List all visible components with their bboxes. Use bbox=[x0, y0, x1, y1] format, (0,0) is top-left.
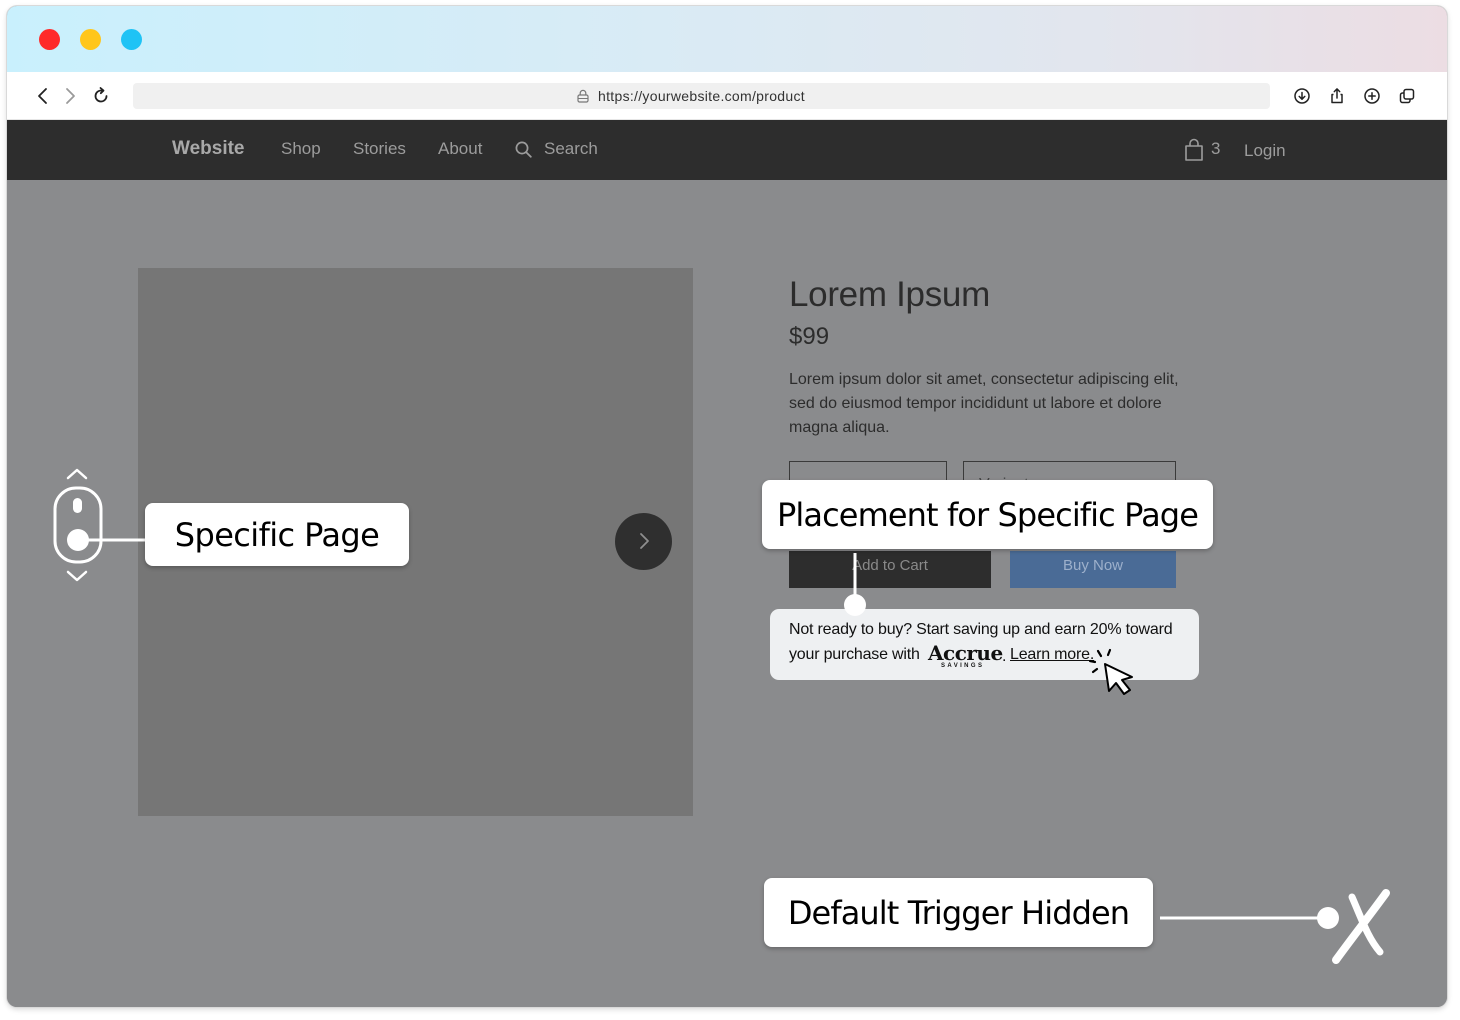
cursor-click-icon bbox=[1088, 648, 1133, 695]
specific-page-callout: Specific Page bbox=[145, 503, 409, 566]
specific-page-connector bbox=[67, 529, 152, 551]
scroll-mouse-icon bbox=[53, 468, 103, 582]
default-trigger-callout-text: Default Trigger Hidden bbox=[787, 894, 1130, 932]
specific-page-callout-text: Specific Page bbox=[174, 516, 380, 554]
placement-callout-text: Placement for Specific Page bbox=[777, 496, 1199, 534]
default-trigger-connector bbox=[1160, 907, 1339, 929]
hidden-x-icon bbox=[1332, 889, 1390, 964]
placement-connector bbox=[844, 553, 866, 616]
placement-callout: Placement for Specific Page bbox=[762, 480, 1213, 549]
default-trigger-callout: Default Trigger Hidden bbox=[764, 878, 1153, 947]
